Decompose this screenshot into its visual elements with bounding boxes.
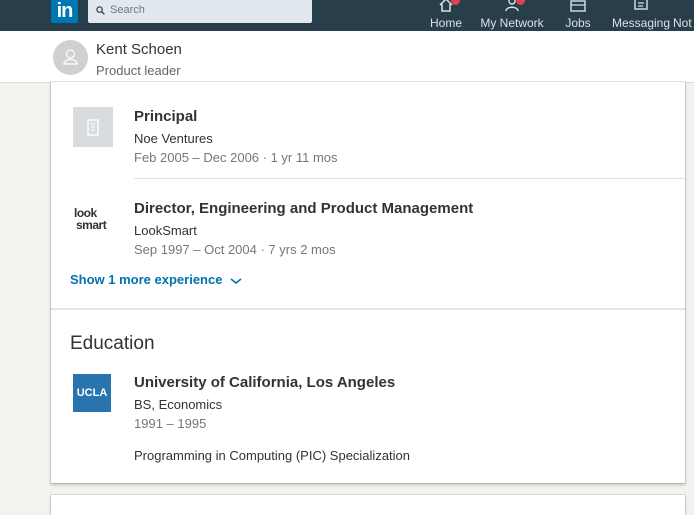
chevron-down-icon (230, 277, 242, 284)
jobs-icon (570, 0, 586, 12)
nav-jobs[interactable]: Jobs (558, 0, 598, 31)
nav-label: Jobs (565, 16, 591, 30)
looksmart-logo-bottom: smart (76, 218, 107, 232)
company-name: LookSmart (134, 223, 197, 238)
profile-name[interactable]: Kent Schoen (96, 41, 182, 58)
date-range: 1991 – 1995 (134, 416, 207, 431)
nav-label: Not (673, 16, 692, 30)
date-range: Feb 2005 – Dec 2006 · 1 yr 11 mos (134, 150, 338, 165)
search-input[interactable] (88, 0, 312, 23)
ucla-logo-text: UCLA (76, 387, 108, 399)
person-icon (63, 49, 78, 65)
nav-home[interactable]: Home (426, 0, 466, 31)
education-note: Programming in Computing (PIC) Specializ… (134, 448, 411, 463)
date-range: Sep 1997 – Oct 2004 · 7 yrs 2 mos (134, 242, 336, 257)
education-section: Education UCLA University of California,… (51, 309, 685, 483)
nav-notifications[interactable]: Not (673, 0, 694, 31)
building-icon (87, 119, 99, 136)
notification-badge (451, 0, 460, 5)
divider (134, 178, 685, 179)
school-logo[interactable]: UCLA (73, 374, 111, 412)
nav-messaging[interactable]: Messaging (610, 0, 672, 31)
experience-section: Principal Noe Ventures Feb 2005 – Dec 20… (51, 82, 685, 309)
search-icon (96, 6, 105, 15)
position-title[interactable]: Director, Engineering and Product Manage… (134, 200, 473, 217)
show-more-experience-button[interactable]: Show 1 more experience (70, 272, 242, 287)
company-logo[interactable] (73, 107, 113, 147)
nav-label: Home (429, 16, 462, 30)
show-more-label: Show 1 more experience (70, 272, 223, 287)
company-logo[interactable]: look smart (73, 200, 113, 240)
section-title: Education (70, 333, 155, 354)
next-section (51, 495, 685, 515)
company-name: Noe Ventures (134, 131, 213, 146)
top-navigation: in Home My Network Jobs Messaging (0, 0, 694, 31)
nav-my-network[interactable]: My Network (476, 0, 548, 31)
position-title[interactable]: Principal (134, 108, 197, 125)
degree: BS, Economics (134, 397, 223, 412)
school-name[interactable]: University of California, Los Angeles (134, 374, 395, 391)
messaging-icon (634, 0, 648, 10)
profile-headline: Product leader (96, 63, 181, 78)
profile-header: Kent Schoen Product leader (0, 31, 694, 83)
nav-label: My Network (480, 16, 544, 30)
linkedin-logo[interactable]: in (51, 0, 78, 23)
notification-badge (516, 0, 525, 5)
nav-label: Messaging (611, 16, 671, 30)
avatar[interactable] (53, 40, 88, 75)
